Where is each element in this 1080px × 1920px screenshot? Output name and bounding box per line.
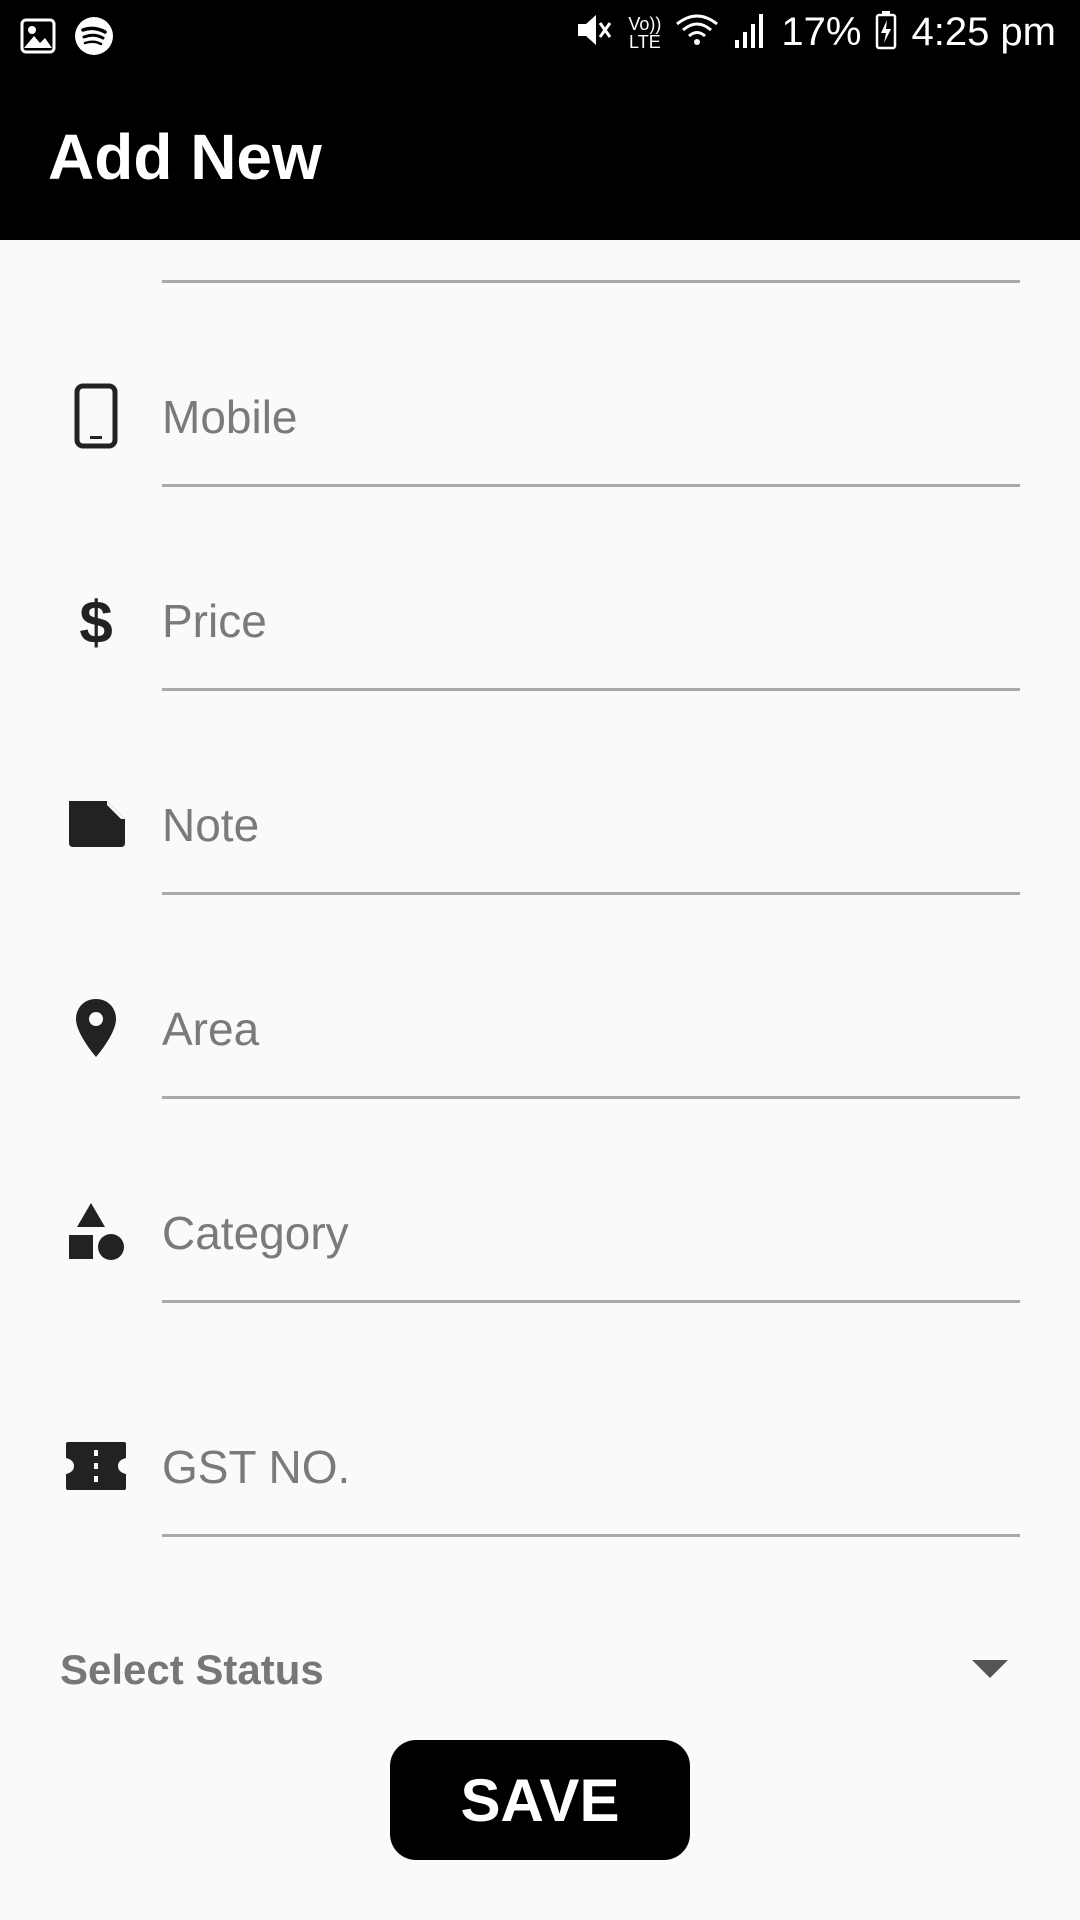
select-status-label: Select Status — [60, 1646, 324, 1693]
note-icon — [60, 788, 132, 860]
phone-icon — [60, 380, 132, 452]
category-placeholder: Category — [162, 1207, 349, 1259]
note-underline — [162, 892, 1020, 895]
price-placeholder: Price — [162, 595, 267, 647]
mute-icon — [574, 10, 614, 55]
volte-icon: Vo)) LTE — [628, 15, 661, 51]
volte-top-label: Vo)) — [628, 13, 662, 34]
spotify-icon — [74, 16, 114, 61]
area-placeholder: Area — [162, 1003, 260, 1055]
wifi-icon — [675, 10, 719, 55]
category-icon — [60, 1196, 132, 1268]
clock: 4:25 pm — [911, 10, 1056, 54]
dollar-icon: $ — [60, 584, 132, 656]
page-title: Add New — [48, 121, 322, 193]
select-status-dropdown[interactable]: Select Status — [60, 1640, 1020, 1700]
battery-percentage: 17% — [781, 10, 862, 54]
app-bar: Add New — [0, 72, 1080, 240]
mobile-field[interactable]: Mobile — [0, 360, 1080, 500]
image-icon — [20, 18, 56, 59]
area-underline — [162, 1096, 1020, 1099]
previous-field-underline — [162, 280, 1020, 283]
battery-charging-icon — [875, 10, 897, 55]
area-field[interactable]: Area — [0, 972, 1080, 1112]
svg-text:$: $ — [79, 589, 112, 651]
mobile-placeholder: Mobile — [162, 391, 298, 443]
gst-number-placeholder: GST NO. — [162, 1441, 351, 1493]
note-field[interactable]: Note — [0, 768, 1080, 908]
category-field[interactable]: Category — [0, 1176, 1080, 1316]
location-pin-icon — [60, 992, 132, 1064]
note-placeholder: Note — [162, 799, 260, 851]
category-underline — [162, 1300, 1020, 1303]
gst-number-underline — [162, 1534, 1020, 1537]
signal-icon — [733, 10, 767, 55]
gst-number-field[interactable]: GST NO. — [0, 1410, 1080, 1550]
volte-bottom-label: LTE — [629, 31, 661, 52]
dropdown-arrow-icon — [970, 1658, 1010, 1685]
status-bar: Vo)) LTE 17% 4:25 pm — [0, 0, 1080, 72]
price-field[interactable]: $ Price — [0, 564, 1080, 704]
ticket-icon — [60, 1430, 132, 1502]
save-button[interactable]: SAVE — [390, 1740, 690, 1860]
mobile-underline — [162, 484, 1020, 487]
price-underline — [162, 688, 1020, 691]
